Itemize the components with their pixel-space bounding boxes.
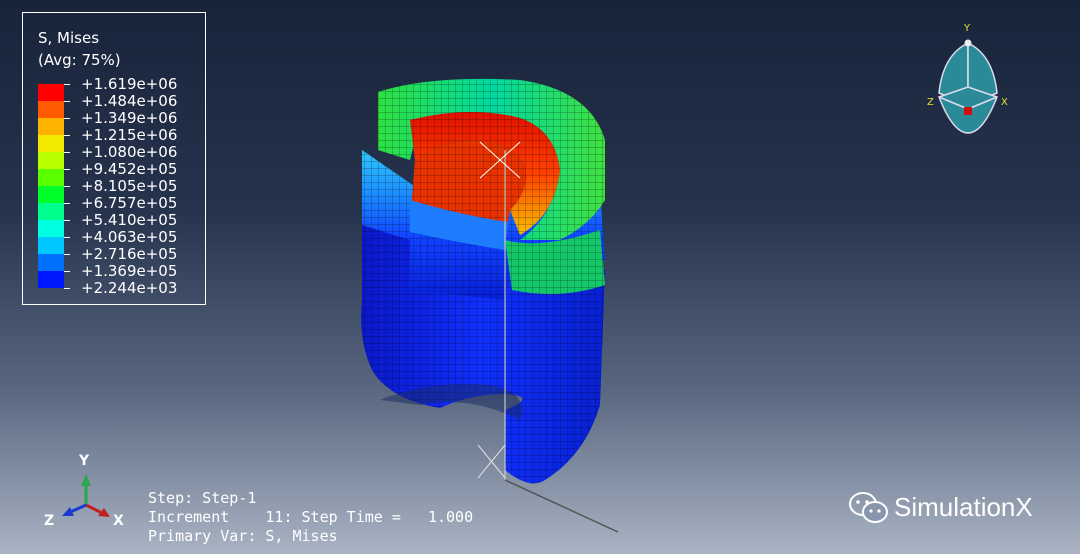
legend-value: +2.716e+05 <box>81 245 178 263</box>
legend-value: +1.215e+06 <box>81 126 178 144</box>
view-cube-z-label: Z <box>927 97 934 108</box>
triad-x-label: X <box>113 513 124 529</box>
view-cube-y-label: Y <box>964 23 971 34</box>
legend-swatch <box>38 203 64 220</box>
legend-tick <box>64 254 70 255</box>
legend-swatch <box>38 118 64 135</box>
legend-swatch <box>38 169 64 186</box>
legend-tick <box>64 288 70 289</box>
legend-value: +5.410e+05 <box>81 211 178 229</box>
legend-value: +9.452e+05 <box>81 160 178 178</box>
legend-value: +1.080e+06 <box>81 143 178 161</box>
legend-value: +4.063e+05 <box>81 228 178 246</box>
legend-tick <box>64 220 70 221</box>
legend-swatch <box>38 84 64 101</box>
primary-var-label: Primary Var: S, Mises <box>148 527 338 545</box>
legend-swatch <box>38 186 64 203</box>
increment-label: Increment <box>148 508 230 526</box>
legend-tick <box>64 101 70 102</box>
legend-swatch <box>38 254 64 271</box>
legend-value: +1.349e+06 <box>81 109 178 127</box>
legend-tick <box>64 135 70 136</box>
step-time-value: 1.000 <box>427 508 474 526</box>
legend-tick <box>64 84 70 85</box>
wechat-icon <box>849 492 888 523</box>
legend-value: +1.484e+06 <box>81 92 178 110</box>
legend-tick <box>64 152 70 153</box>
legend-title: S, Mises <box>38 29 100 47</box>
axis-triad-icon <box>62 474 110 517</box>
legend-tick <box>64 186 70 187</box>
legend-tick <box>64 237 70 238</box>
legend-value: +1.619e+06 <box>81 75 178 93</box>
legend-swatch <box>38 135 64 152</box>
axis-triad: Y Z X <box>40 450 140 535</box>
view-cube-icon <box>938 39 998 134</box>
model-viewport[interactable]: S, Mises (Avg: 75%) +1.619e+06 +1.484e+06… <box>0 0 1080 554</box>
legend-tick <box>64 203 70 204</box>
triad-y-label: Y <box>79 453 90 469</box>
view-cube-x-label: X <box>1001 97 1008 108</box>
legend-tick <box>64 118 70 119</box>
legend-swatch <box>38 237 64 254</box>
watermark-text: SimulationX <box>894 492 1033 522</box>
contour-legend: S, Mises (Avg: 75%) +1.619e+06 +1.484e+06… <box>22 12 206 305</box>
increment-row: Increment 11: Step Time = 1.000 <box>148 508 473 527</box>
legend-value: +1.369e+05 <box>81 262 178 280</box>
legend-subtitle: (Avg: 75%) <box>38 51 121 69</box>
step-label: Step: Step-1 <box>148 489 257 507</box>
increment-value: 11: Step Time = <box>265 508 401 526</box>
legend-value: +6.757e+05 <box>81 194 178 212</box>
legend-value: +8.105e+05 <box>81 177 178 195</box>
step-status: Step: Step-1 Increment 11: Step Time = 1… <box>148 489 473 546</box>
legend-swatch <box>38 271 64 288</box>
legend-tick <box>64 271 70 272</box>
legend-swatch <box>38 101 64 118</box>
view-cube[interactable]: Y Z X <box>925 23 1008 135</box>
triad-z-label: Z <box>44 513 55 529</box>
legend-tick <box>64 169 70 170</box>
legend-value: +2.244e+03 <box>81 279 178 297</box>
legend-swatch <box>38 152 64 169</box>
legend-swatch <box>38 220 64 237</box>
